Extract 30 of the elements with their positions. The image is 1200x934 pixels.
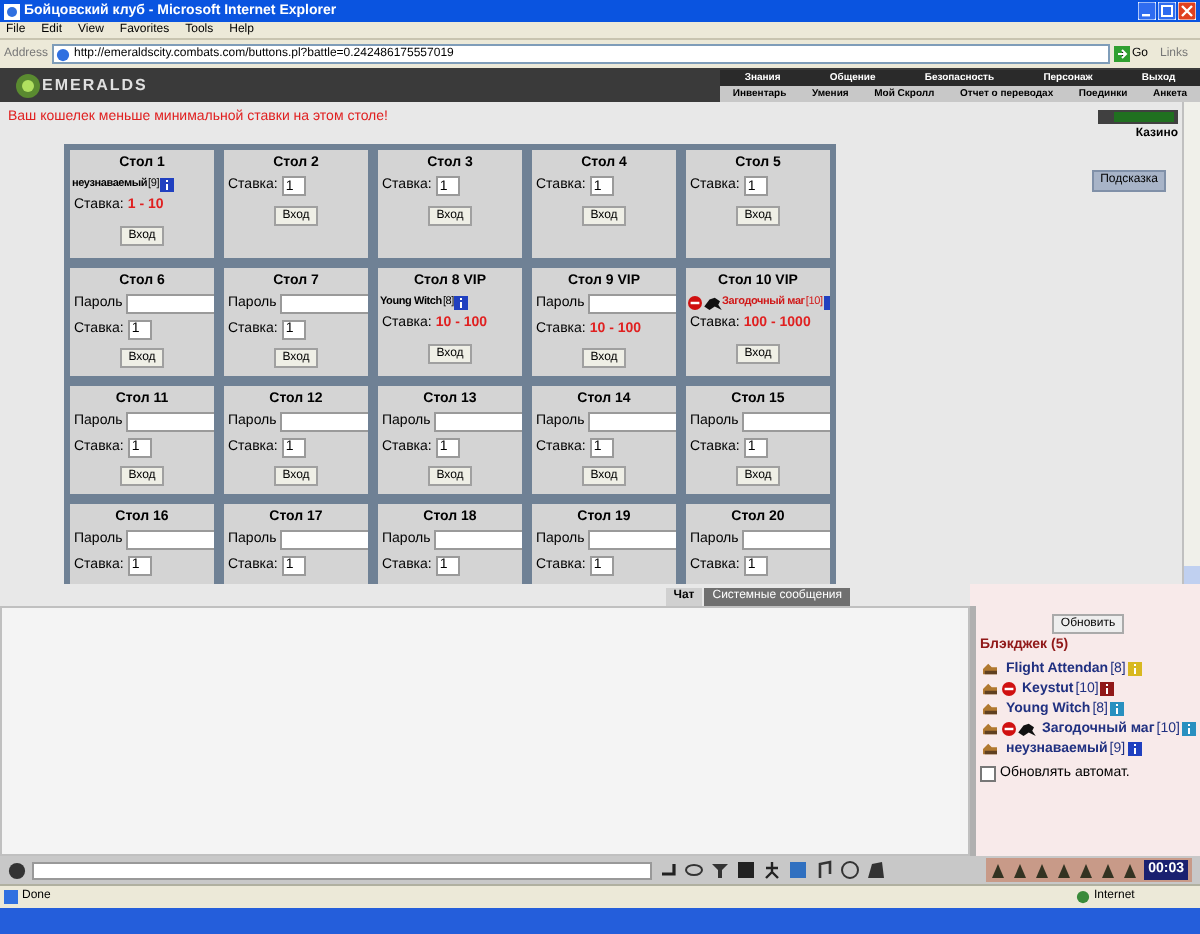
filter-icon[interactable]	[710, 860, 730, 880]
password-field[interactable]	[588, 294, 676, 315]
password-field[interactable]	[280, 294, 368, 315]
password-field[interactable]	[280, 412, 368, 433]
password-field[interactable]	[434, 412, 522, 433]
browser-icon	[4, 3, 20, 19]
password-field[interactable]	[126, 294, 214, 315]
enter-icon[interactable]	[658, 860, 678, 880]
password-field[interactable]	[434, 530, 522, 551]
password-field[interactable]	[742, 412, 830, 433]
info-badge-icon[interactable]	[1100, 681, 1115, 695]
chat-input[interactable]	[32, 861, 652, 879]
password-field[interactable]	[126, 530, 214, 551]
figure-icon[interactable]	[762, 860, 782, 880]
minimize-icon[interactable]	[1138, 2, 1156, 20]
password-field[interactable]	[280, 530, 368, 551]
auto-refresh-checkbox[interactable]	[980, 765, 996, 782]
info-badge-icon[interactable]	[454, 295, 469, 309]
password-field[interactable]	[742, 530, 830, 551]
logo-text: EMERALDS	[42, 73, 148, 97]
maximize-icon[interactable]	[1158, 2, 1176, 20]
emerald-logo-icon	[16, 73, 40, 97]
scrollbar[interactable]	[1182, 102, 1200, 584]
status-panel-icon	[1098, 110, 1178, 124]
close-icon[interactable]	[1178, 2, 1196, 20]
info-badge-icon[interactable]	[1127, 741, 1142, 755]
info-badge-icon[interactable]	[160, 177, 175, 191]
password-field[interactable]	[588, 530, 676, 551]
password-field[interactable]	[588, 412, 676, 433]
password-field[interactable]	[126, 412, 214, 433]
